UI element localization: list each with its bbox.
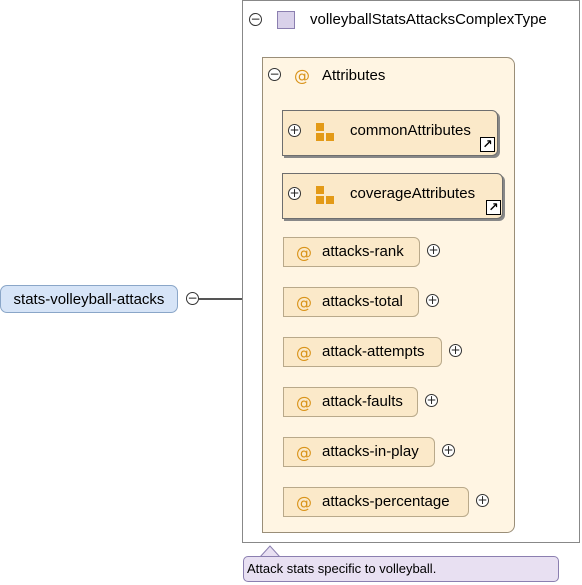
attribute-expand-toggle[interactable]: + bbox=[426, 294, 439, 307]
attribute-at-icon: @ bbox=[296, 393, 312, 412]
attribute-expand-toggle[interactable]: + bbox=[476, 494, 489, 507]
attribute-group-icon bbox=[316, 186, 336, 206]
attribute-at-icon: @ bbox=[296, 293, 312, 312]
attribute-at-icon: @ bbox=[296, 243, 312, 262]
common-attributes-label: commonAttributes bbox=[350, 122, 471, 139]
attribute-expand-toggle[interactable]: + bbox=[425, 394, 438, 407]
attribute-at-icon: @ bbox=[296, 443, 312, 462]
attribute-at-icon: @ bbox=[296, 343, 312, 362]
reference-link-icon[interactable]: ↗ bbox=[486, 200, 501, 215]
root-element-box[interactable]: stats-volleyball-attacks bbox=[0, 285, 178, 313]
attribute-label: attacks-percentage bbox=[322, 493, 450, 510]
coverage-attributes-label: coverageAttributes bbox=[350, 185, 476, 202]
annotation-box: Attack stats specific to volleyball. bbox=[243, 556, 559, 582]
attributes-at-icon: @ bbox=[294, 66, 310, 85]
attribute-label: attacks-in-play bbox=[322, 443, 419, 460]
attribute-label: attacks-rank bbox=[322, 243, 404, 260]
attribute-label: attacks-total bbox=[322, 293, 403, 310]
attributes-collapse-toggle[interactable]: − bbox=[268, 68, 281, 81]
attribute-group-icon bbox=[316, 123, 336, 143]
attribute-expand-toggle[interactable]: + bbox=[442, 444, 455, 457]
complex-type-collapse-toggle[interactable]: − bbox=[249, 13, 262, 26]
annotation-text: Attack stats specific to volleyball. bbox=[247, 561, 437, 576]
complex-type-icon bbox=[277, 11, 295, 29]
root-element-label: stats-volleyball-attacks bbox=[13, 291, 165, 308]
coverage-attributes-expand-toggle[interactable]: + bbox=[288, 187, 301, 200]
attribute-label: attack-attempts bbox=[322, 343, 425, 360]
common-attributes-expand-toggle[interactable]: + bbox=[288, 124, 301, 137]
attribute-expand-toggle[interactable]: + bbox=[427, 244, 440, 257]
attributes-group-title: Attributes bbox=[322, 67, 386, 84]
attribute-at-icon: @ bbox=[296, 493, 312, 512]
root-collapse-toggle[interactable]: − bbox=[186, 292, 199, 305]
attribute-expand-toggle[interactable]: + bbox=[449, 344, 462, 357]
complex-type-name: volleyballStatsAttacksComplexType bbox=[310, 11, 547, 28]
attribute-label: attack-faults bbox=[322, 393, 403, 410]
reference-link-icon[interactable]: ↗ bbox=[480, 137, 495, 152]
